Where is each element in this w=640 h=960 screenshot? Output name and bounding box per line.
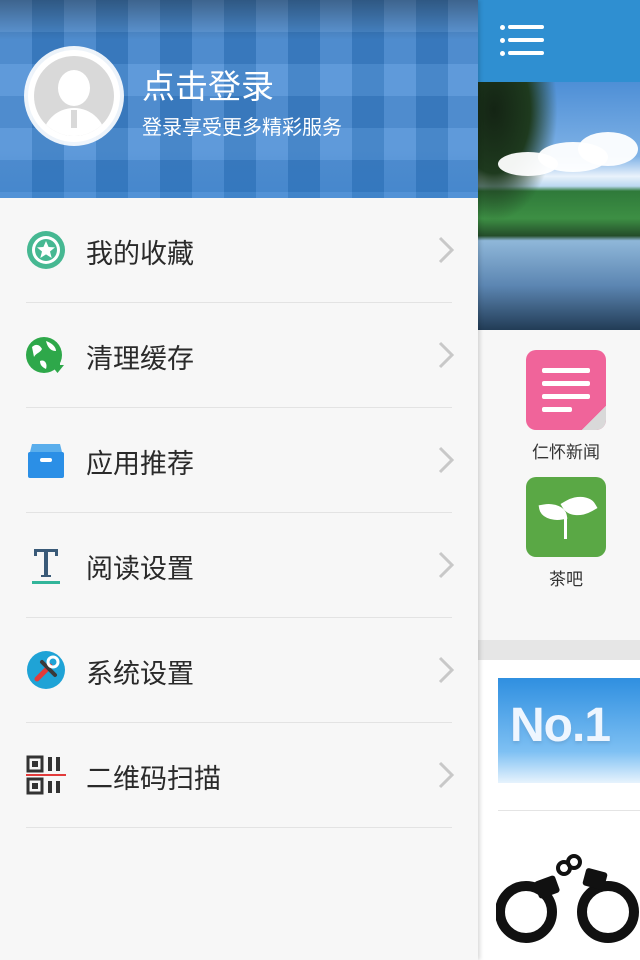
divider: [498, 810, 640, 811]
login-subtitle: 登录享受更多精彩服务: [142, 115, 342, 139]
archive-box-icon: [28, 444, 64, 478]
globe-download-icon: [26, 337, 64, 373]
login-title[interactable]: 点击登录: [142, 60, 274, 108]
promo-text: No.1: [510, 699, 611, 752]
chevron-right-icon: [438, 656, 455, 684]
divider: [26, 827, 452, 828]
chevron-right-icon: [438, 761, 455, 789]
tools-icon: [27, 651, 65, 689]
chevron-right-icon: [438, 236, 455, 264]
menu-label: 二维码扫描: [86, 764, 221, 795]
star-badge-icon: [27, 231, 65, 269]
drawer-menu: 我的收藏 清理缓存 应用推荐 阅读设置 系统设置 二维码扫描: [0, 198, 478, 828]
banner-image[interactable]: [478, 82, 640, 330]
app-label: 茶吧: [549, 570, 583, 590]
menu-icon[interactable]: [500, 22, 544, 58]
menu-label: 我的收藏: [86, 239, 194, 270]
promo-image: No.1: [498, 678, 640, 783]
news-note-icon: [526, 350, 606, 430]
navigation-drawer: 点击登录 登录享受更多精彩服务 我的收藏 清理缓存 应用推荐 阅读设置 系统设置…: [0, 0, 478, 960]
menu-item-clear-cache[interactable]: 清理缓存: [0, 303, 478, 408]
menu-label: 阅读设置: [86, 554, 194, 585]
drawer-header[interactable]: 点击登录 登录享受更多精彩服务: [0, 0, 478, 198]
chevron-right-icon: [438, 341, 455, 369]
menu-item-app-recommend[interactable]: 应用推荐: [0, 408, 478, 513]
menu-item-system-settings[interactable]: 系统设置: [0, 618, 478, 723]
menu-label: 应用推荐: [86, 449, 194, 480]
main-top-bar: [478, 0, 640, 82]
handcuffs-icon: [496, 854, 639, 943]
feature-card[interactable]: No.1: [478, 660, 640, 960]
text-t-icon: [32, 549, 60, 584]
avatar[interactable]: [28, 50, 120, 142]
menu-item-qr-scan[interactable]: 二维码扫描: [0, 723, 478, 828]
section-separator: [478, 640, 640, 660]
menu-item-favorites[interactable]: 我的收藏: [0, 198, 478, 303]
app-tea-bar[interactable]: 茶吧: [526, 477, 606, 590]
qr-scan-icon: [26, 755, 66, 795]
chevron-right-icon: [438, 446, 455, 474]
menu-label: 清理缓存: [86, 344, 194, 375]
menu-item-reading-settings[interactable]: 阅读设置: [0, 513, 478, 618]
tea-leaf-icon: [526, 477, 606, 557]
app-label: 仁怀新闻: [532, 443, 600, 463]
app-renhuai-news[interactable]: 仁怀新闻: [526, 350, 606, 463]
menu-label: 系统设置: [86, 659, 194, 690]
main-screen: 仁怀新闻 茶吧 No.1: [478, 0, 640, 960]
app-grid: 仁怀新闻 茶吧: [478, 330, 640, 640]
chevron-right-icon: [438, 551, 455, 579]
